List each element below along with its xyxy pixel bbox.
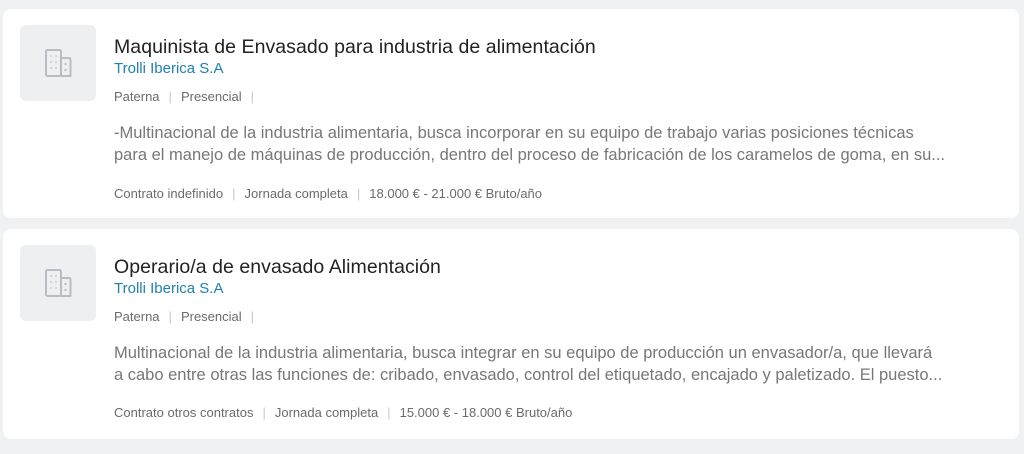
job-title-link[interactable]: Operario/a de envasado Alimentación (114, 256, 441, 279)
job-location-meta: Paterna | Presencial | (114, 309, 263, 324)
job-conditions: Contrato otros contratos | Jornada compl… (114, 405, 572, 420)
company-name-link[interactable]: Trolli Iberica S.A (114, 60, 223, 77)
location-text: Paterna (114, 309, 160, 324)
description-line: a cabo entre otras las funciones de: cri… (114, 366, 943, 384)
job-description: -Multinacional de la industria alimentar… (114, 122, 1009, 166)
contract-type: Contrato otros contratos (114, 405, 254, 420)
separator: | (250, 309, 255, 324)
location-text: Paterna (114, 89, 160, 104)
job-offer-card[interactable]: Maquinista de Envasado para industria de… (3, 9, 1019, 218)
building-icon (45, 269, 72, 297)
description-line: Multinacional de la industria alimentari… (114, 344, 933, 362)
separator: | (387, 405, 391, 420)
company-logo-placeholder (20, 245, 96, 321)
separator: | (168, 309, 172, 324)
separator: | (250, 89, 255, 104)
modality-text: Presencial (180, 309, 242, 324)
workday-type: Jornada completa (274, 405, 379, 420)
salary-range: 15.000 € - 18.000 € Bruto/año (399, 405, 573, 420)
building-icon (45, 49, 72, 77)
job-conditions: Contrato indefinido | Jornada completa |… (114, 186, 542, 201)
separator: | (356, 186, 361, 201)
description-line: -Multinacional de la industria alimentar… (114, 124, 914, 142)
job-offer-card[interactable]: Operario/a de envasado Alimentación Trol… (3, 229, 1019, 439)
job-location-meta: Paterna | Presencial | (114, 89, 263, 104)
modality-text: Presencial (180, 89, 242, 104)
description-line: para el manejo de máquinas de producción… (114, 146, 946, 164)
separator: | (232, 186, 236, 201)
job-description: Multinacional de la industria alimentari… (114, 342, 1009, 386)
company-logo-placeholder (20, 25, 96, 101)
separator: | (168, 89, 172, 104)
separator: | (262, 405, 266, 420)
contract-type: Contrato indefinido (114, 186, 224, 201)
salary-range: 18.000 € - 21.000 € Bruto/año (369, 186, 543, 201)
workday-type: Jornada completa (244, 186, 348, 201)
job-title-link[interactable]: Maquinista de Envasado para industria de… (114, 36, 596, 59)
company-name-link[interactable]: Trolli Iberica S.A (114, 280, 223, 297)
